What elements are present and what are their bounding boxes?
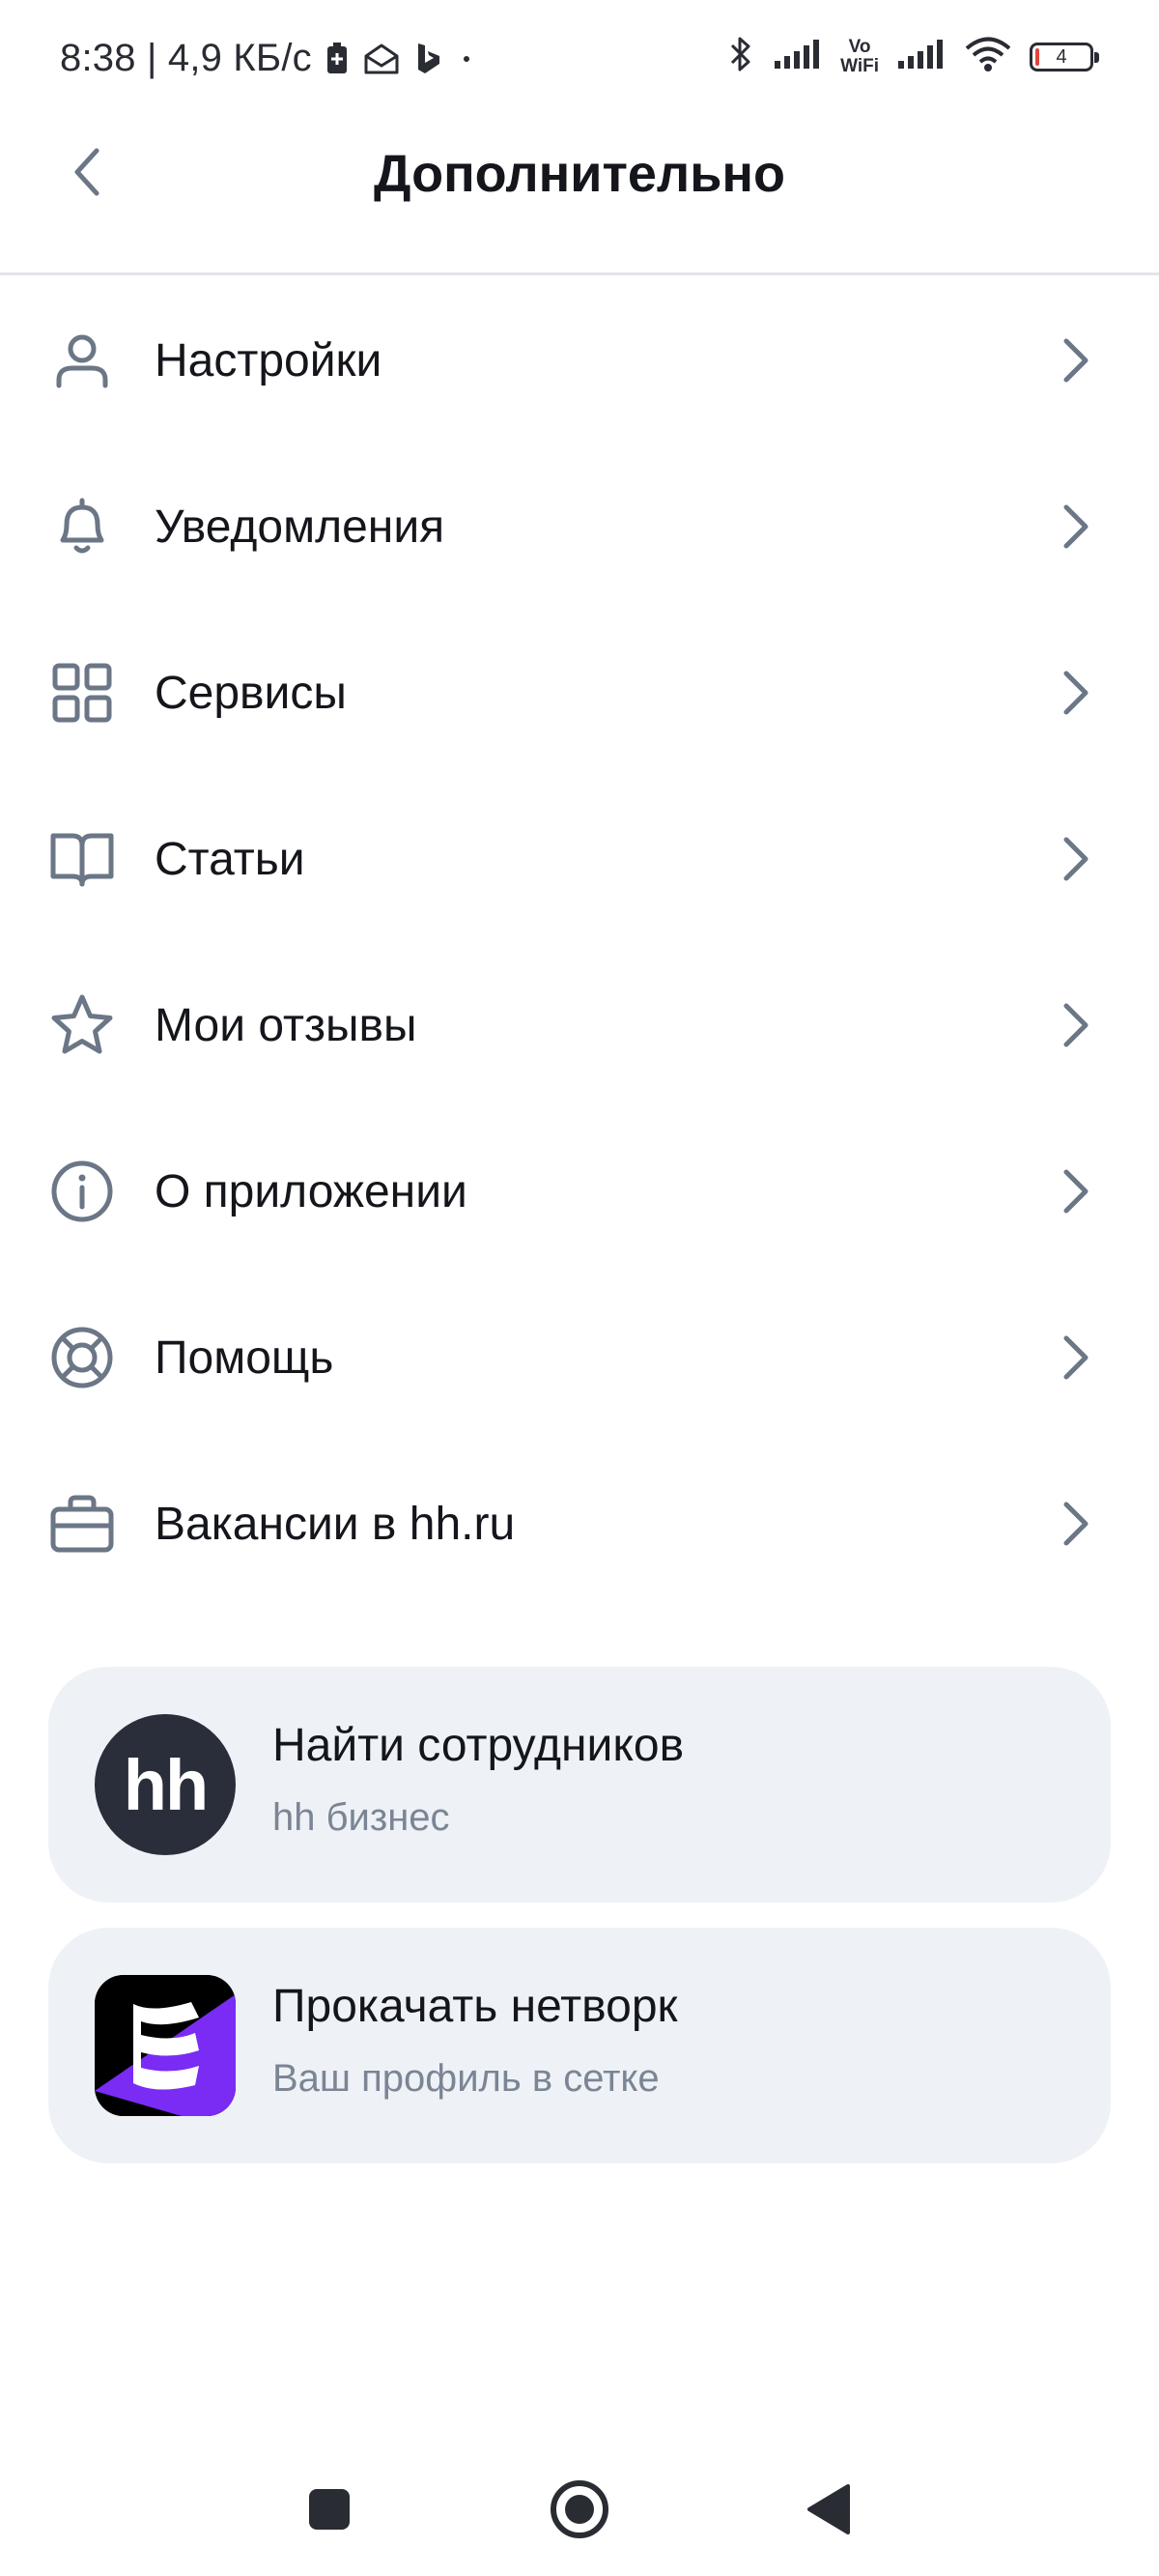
- app-header: Дополнительно: [0, 126, 1159, 275]
- promo-subtitle: Ваш профиль в сетке: [272, 2057, 660, 2100]
- setka-logo-graphic: [95, 1975, 236, 2116]
- status-left: 8:38 | 4,9 КБ/с: [60, 37, 476, 80]
- menu-item-label: Помощь: [155, 1331, 334, 1384]
- square-icon: [309, 2489, 350, 2530]
- chevron-right-icon: [1063, 1169, 1088, 1214]
- promo-title: Найти сотрудников: [272, 1720, 685, 1771]
- person-icon: [48, 327, 116, 394]
- bluetooth-icon: [726, 35, 755, 78]
- chevron-right-icon: [1063, 837, 1088, 881]
- vowifi-icon: Vo WiFi: [840, 36, 879, 76]
- status-right: Vo WiFi 4: [726, 35, 1099, 78]
- signal-icon-2: [896, 38, 947, 75]
- menu-item-help[interactable]: Помощь: [0, 1274, 1159, 1441]
- promo-title: Прокачать нетворк: [272, 1981, 678, 2032]
- vowifi-top: Vo: [848, 36, 871, 57]
- back-nav-button[interactable]: [795, 2476, 862, 2543]
- menu-item-label: Мои отзывы: [155, 999, 417, 1051]
- promo-card-network[interactable]: Прокачать нетворк Ваш профиль в сетке: [48, 1928, 1111, 2163]
- dot-icon: [457, 49, 476, 69]
- menu-item-label: Статьи: [155, 833, 305, 885]
- menu-item-articles[interactable]: Статьи: [0, 776, 1159, 942]
- chevron-right-icon: [1063, 671, 1088, 715]
- triangle-back-icon: [807, 2484, 850, 2534]
- menu-item-label: Уведомления: [155, 501, 445, 553]
- recents-button[interactable]: [296, 2476, 363, 2543]
- chevron-right-icon: [1063, 1003, 1088, 1047]
- page-title: Дополнительно: [373, 145, 786, 203]
- battery-saver-icon: [325, 42, 349, 75]
- menu-item-notifications[interactable]: Уведомления: [0, 444, 1159, 610]
- grid-icon: [48, 659, 116, 727]
- briefcase-icon: [48, 1490, 116, 1558]
- chevron-right-icon: [1063, 1335, 1088, 1380]
- chevron-right-icon: [1063, 1502, 1088, 1546]
- battery-level: 4: [1056, 45, 1067, 68]
- book-icon: [48, 825, 116, 893]
- signal-icon: [773, 38, 823, 75]
- mail-icon: [362, 43, 401, 75]
- status-bar: 8:38 | 4,9 КБ/с Vo WiFi 4: [0, 0, 1159, 126]
- battery-icon: 4: [1030, 42, 1099, 72]
- chevron-right-icon: [1063, 504, 1088, 549]
- menu-item-label: Настройки: [155, 334, 382, 386]
- hh-logo-text: hh: [123, 1744, 209, 1825]
- promo-card-find-employees[interactable]: hh Найти сотрудников hh бизнес: [48, 1667, 1111, 1903]
- hh-business-logo: hh: [95, 1714, 236, 1855]
- promo-subtitle: hh бизнес: [272, 1796, 450, 1839]
- menu-item-label: Сервисы: [155, 667, 347, 719]
- system-nav-bar: [0, 2441, 1159, 2576]
- menu-item-label: Вакансии в hh.ru: [155, 1498, 516, 1550]
- star-icon: [48, 991, 116, 1059]
- menu-item-label: О приложении: [155, 1165, 467, 1217]
- menu-item-about[interactable]: О приложении: [0, 1108, 1159, 1274]
- menu-item-services[interactable]: Сервисы: [0, 610, 1159, 776]
- bing-icon: [414, 42, 443, 76]
- chevron-right-icon: [1063, 338, 1088, 383]
- home-circle-icon: [551, 2480, 608, 2538]
- menu-item-settings[interactable]: Настройки: [0, 277, 1159, 444]
- lifebuoy-icon: [48, 1324, 116, 1391]
- info-icon: [48, 1158, 116, 1225]
- menu-list: Настройки Уведомления Сервисы Статьи Мои…: [0, 277, 1159, 1607]
- menu-item-vacancies[interactable]: Вакансии в hh.ru: [0, 1441, 1159, 1607]
- wifi-icon: [964, 36, 1012, 77]
- setka-logo: [95, 1975, 236, 2116]
- menu-item-reviews[interactable]: Мои отзывы: [0, 942, 1159, 1108]
- vowifi-bottom: WiFi: [840, 55, 879, 76]
- status-time-speed: 8:38 | 4,9 КБ/с: [60, 37, 312, 79]
- home-button[interactable]: [546, 2476, 613, 2543]
- bell-icon: [48, 493, 116, 560]
